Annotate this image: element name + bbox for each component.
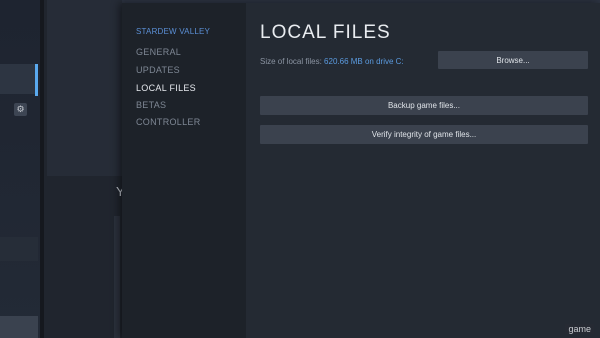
nav-item-general[interactable]: GENERAL xyxy=(136,47,181,57)
size-label: Size of local files: xyxy=(260,57,322,66)
scrollbar[interactable] xyxy=(114,216,120,338)
browse-button[interactable]: Browse... xyxy=(438,51,588,69)
verify-integrity-button[interactable]: Verify integrity of game files... xyxy=(260,125,588,144)
library-selected-row[interactable] xyxy=(0,64,38,94)
selection-accent xyxy=(35,64,38,96)
gear-icon[interactable]: ⚙ xyxy=(14,103,27,116)
backup-button[interactable]: Backup game files... xyxy=(260,96,588,115)
watermark: game xyxy=(565,324,594,334)
properties-dialog: STARDEW VALLEY GENERAL UPDATES LOCAL FIL… xyxy=(122,3,600,338)
library-row[interactable] xyxy=(0,316,38,338)
local-files-size: Size of local files: 620.66 MB on drive … xyxy=(260,57,404,66)
library-left-panel xyxy=(0,0,40,338)
page-title: LOCAL FILES xyxy=(260,22,391,43)
game-title: STARDEW VALLEY xyxy=(136,27,211,36)
nav-item-betas[interactable]: BETAS xyxy=(136,100,166,110)
properties-nav: STARDEW VALLEY GENERAL UPDATES LOCAL FIL… xyxy=(122,3,246,338)
library-row[interactable] xyxy=(0,237,38,261)
size-value: 620.66 MB on drive C: xyxy=(324,57,404,66)
library-banner-area xyxy=(47,0,122,176)
nav-item-updates[interactable]: UPDATES xyxy=(136,65,180,75)
nav-item-controller[interactable]: CONTROLLER xyxy=(136,117,201,127)
local-files-panel: LOCAL FILES Size of local files: 620.66 … xyxy=(260,3,600,338)
nav-item-local-files[interactable]: LOCAL FILES xyxy=(136,83,196,93)
